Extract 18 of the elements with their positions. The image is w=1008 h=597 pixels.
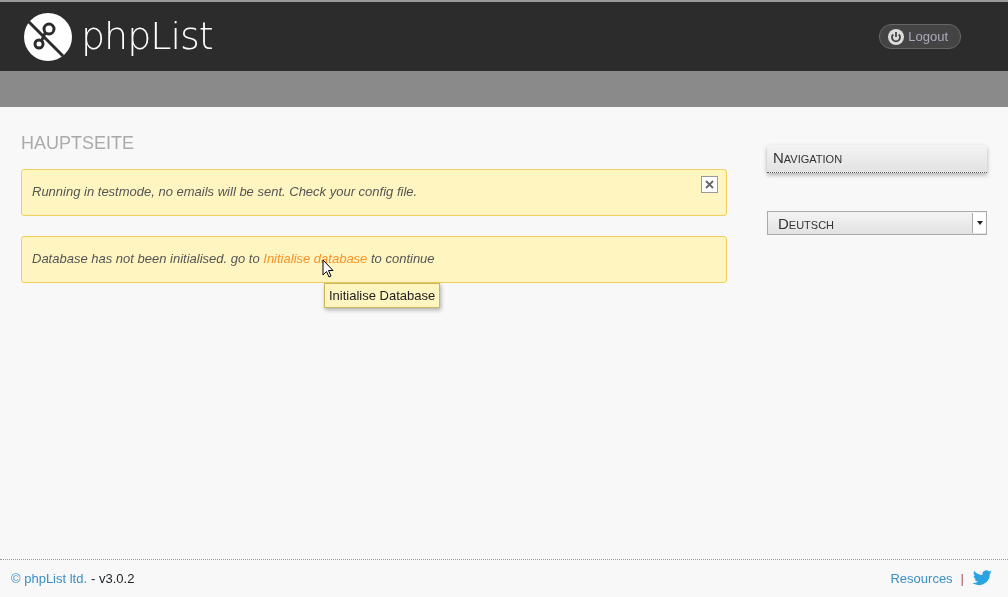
alert-message: Running in testmode, no emails will be sent. Check your config file. <box>32 183 418 199</box>
version-text: - v3.0.2 <box>91 569 135 588</box>
separator: | <box>960 569 964 588</box>
alert-message: Database has not been initialised. go to Initialise database to continue <box>32 250 435 266</box>
close-icon <box>705 179 714 189</box>
logo-text: phpList <box>81 13 213 60</box>
caret-icon <box>976 220 983 225</box>
logo-icon <box>23 11 73 62</box>
tooltip: Initialise Database <box>324 282 441 309</box>
language-select[interactable]: Deutsch <box>767 210 987 235</box>
power-icon <box>888 28 905 45</box>
page-title: HAUPTSEITE <box>21 133 136 155</box>
logout-button[interactable]: Logout <box>879 23 961 50</box>
copyright-link[interactable]: © phpList ltd. <box>11 568 88 589</box>
close-button[interactable] <box>701 175 718 193</box>
bird-icon[interactable] <box>972 570 992 587</box>
navigation-header[interactable]: Navigation <box>767 145 987 173</box>
resources-link[interactable]: Resources <box>890 568 953 589</box>
